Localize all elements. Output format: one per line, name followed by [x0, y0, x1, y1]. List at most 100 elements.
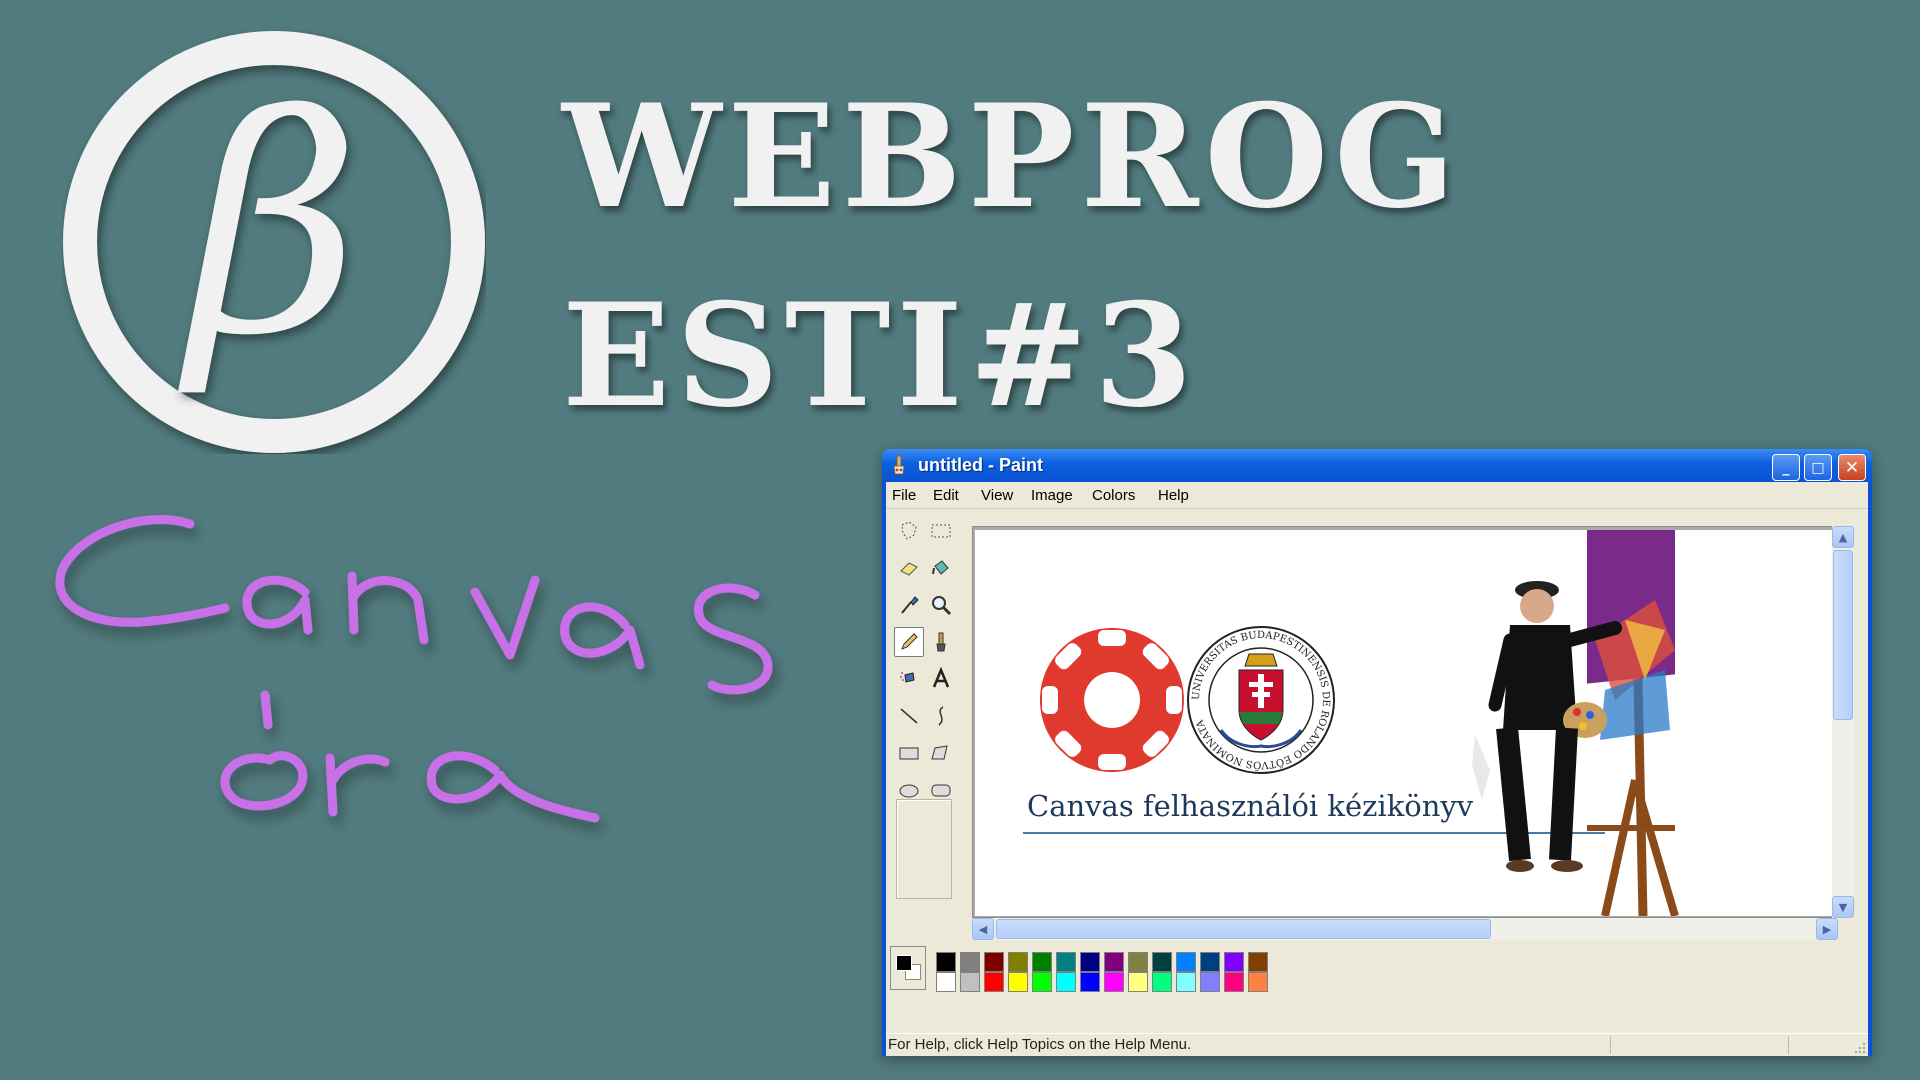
menu-bar: File Edit View Image Colors Help [886, 482, 1868, 509]
color-swatch[interactable] [1008, 972, 1028, 992]
title-esti3: ESTI#3 [562, 273, 1199, 439]
color-swatch[interactable] [1200, 952, 1220, 972]
paint-window: untitled - Paint _ □ ✕ File Edit View Im… [882, 449, 1872, 1056]
menu-edit[interactable]: Edit [933, 487, 959, 504]
color-swatch[interactable] [936, 972, 956, 992]
canvas-artwork: UNIVERSITAS BUDAPESTINENSIS DE ROLANDO E… [1023, 514, 1679, 918]
paint-bucket-icon [932, 560, 949, 575]
drawing-canvas[interactable]: UNIVERSITAS BUDAPESTINENSIS DE ROLANDO E… [975, 514, 1836, 918]
canvas-area: UNIVERSITAS BUDAPESTINENSIS DE ROLANDO E… [972, 514, 1838, 918]
color-swatch[interactable] [984, 952, 1004, 972]
color-swatch[interactable] [1080, 952, 1100, 972]
color-swatch[interactable] [1152, 972, 1172, 992]
maximize-button[interactable]: □ [1804, 454, 1832, 481]
title-bar[interactable]: untitled - Paint _ □ ✕ [882, 449, 1872, 482]
color-swatch[interactable] [1128, 952, 1148, 972]
handwritten-canvas-ora [55, 515, 773, 823]
tool-options-box[interactable] [896, 799, 952, 899]
color-swatch[interactable] [1056, 952, 1076, 972]
rectangle-tool[interactable] [894, 738, 924, 768]
magnifier-tool[interactable] [926, 590, 956, 620]
eraser-tool[interactable] [894, 553, 924, 583]
close-button[interactable]: ✕ [1838, 454, 1866, 481]
status-text: For Help, click Help Topics on the Help … [888, 1036, 1192, 1053]
brush-tool[interactable] [926, 627, 956, 657]
pick-color-tool[interactable] [894, 590, 924, 620]
current-colors-indicator[interactable] [890, 946, 926, 990]
color-swatch[interactable] [960, 952, 980, 972]
line-tool[interactable] [894, 701, 924, 731]
select-tool[interactable] [926, 516, 956, 546]
text-icon [932, 667, 950, 688]
scroll-right-button[interactable]: ▶ [1816, 918, 1838, 940]
chevron-down-icon: ▼ [1838, 900, 1848, 914]
eraser-icon [900, 562, 918, 576]
paint-app-icon [893, 455, 905, 475]
free-form-select-tool[interactable] [894, 516, 924, 546]
text-tool[interactable] [926, 664, 956, 694]
fill-tool[interactable] [926, 553, 956, 583]
title-webprog: WEBPROG [562, 74, 1462, 240]
vertical-scroll-thumb[interactable] [1833, 550, 1853, 720]
color-swatch[interactable] [1200, 972, 1220, 992]
scroll-left-button[interactable]: ◀ [972, 918, 994, 940]
color-swatch[interactable] [1032, 972, 1052, 992]
eyedropper-icon [901, 596, 919, 614]
beta-logo: β [63, 31, 485, 453]
color-swatch[interactable] [1128, 972, 1148, 992]
pencil-tool[interactable] [894, 627, 924, 657]
polygon-icon [931, 745, 948, 760]
color-swatch[interactable] [1152, 952, 1172, 972]
color-swatch[interactable] [1104, 972, 1124, 992]
chevron-left-icon: ◀ [978, 922, 988, 936]
close-icon: ✕ [1844, 457, 1860, 478]
color-swatch[interactable] [1176, 952, 1196, 972]
color-swatch[interactable] [1248, 952, 1268, 972]
color-swatch[interactable] [1248, 972, 1268, 992]
menu-colors[interactable]: Colors [1092, 487, 1135, 504]
foreground-color-swatch [896, 955, 912, 971]
airbrush-tool[interactable] [894, 664, 924, 694]
horizontal-scrollbar[interactable]: ◀ ▶ [972, 918, 1838, 940]
menu-image[interactable]: Image [1031, 487, 1073, 504]
canvas-lms-logo [1039, 628, 1184, 772]
airbrush-icon [900, 672, 915, 683]
scroll-down-button[interactable]: ▼ [1832, 896, 1854, 918]
resize-grip-icon[interactable] [1854, 1042, 1866, 1054]
free-form-select-icon [901, 521, 917, 540]
elte-seal: UNIVERSITAS BUDAPESTINENSIS DE ROLANDO E… [1187, 626, 1335, 774]
rectangle-icon [899, 747, 919, 760]
paint-client-area: File Edit View Image Colors Help UNIVERS… [886, 482, 1868, 1056]
vertical-scrollbar[interactable]: ▲ ▼ [1832, 526, 1854, 918]
rectangle-select-icon [931, 524, 951, 538]
status-divider [1788, 1036, 1789, 1054]
canvas-caption: Canvas felhasználói kézikönyv [1027, 789, 1474, 823]
window-title: untitled - Paint [918, 455, 1043, 475]
color-swatch[interactable] [1224, 952, 1244, 972]
minimize-button[interactable]: _ [1772, 454, 1800, 481]
menu-help[interactable]: Help [1158, 487, 1189, 504]
horizontal-scroll-thumb[interactable] [996, 919, 1491, 939]
chevron-right-icon: ▶ [1822, 922, 1832, 936]
color-swatch[interactable] [1104, 952, 1124, 972]
curve-tool[interactable] [926, 701, 956, 731]
color-swatch[interactable] [984, 972, 1004, 992]
menu-view[interactable]: View [981, 487, 1013, 504]
magnifier-icon [932, 596, 952, 616]
polygon-tool[interactable] [926, 738, 956, 768]
color-swatch[interactable] [960, 972, 980, 992]
color-swatch[interactable] [1056, 972, 1076, 992]
color-swatch[interactable] [936, 952, 956, 972]
chevron-up-icon: ▲ [1838, 530, 1848, 544]
color-swatch[interactable] [1224, 972, 1244, 992]
toolbox [886, 516, 956, 930]
minimize-icon: _ [1782, 459, 1790, 476]
color-swatch[interactable] [1080, 972, 1100, 992]
color-swatch[interactable] [1176, 972, 1196, 992]
menu-file[interactable]: File [892, 487, 916, 504]
brush-icon [936, 632, 946, 652]
color-swatch[interactable] [1008, 952, 1028, 972]
color-swatch[interactable] [1032, 952, 1052, 972]
color-palette [890, 946, 1290, 998]
scroll-up-button[interactable]: ▲ [1832, 526, 1854, 548]
